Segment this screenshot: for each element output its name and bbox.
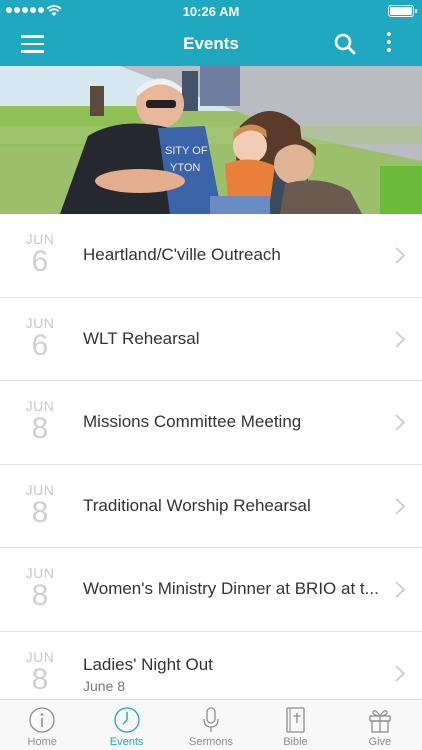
event-row[interactable]: JUN 6 WLT Rehearsal [0,297,422,381]
event-row[interactable]: JUN 8 Ladies' Night Out June 8 [0,631,422,699]
event-row[interactable]: JUN 8 Missions Committee Meeting [0,381,422,465]
event-day: 8 [31,412,49,445]
battery-icon [388,5,417,17]
tab-home[interactable]: Home [0,700,84,750]
bible-icon [286,707,306,733]
chevron-right-icon [395,247,405,264]
event-row[interactable]: JUN 8 Women's Ministry Dinner at BRIO at… [0,548,422,632]
page-title: Events [183,34,239,53]
chevron-right-icon [395,414,405,431]
event-day: 6 [31,328,49,362]
event-title: WLT Rehearsal [83,328,200,348]
hero-image: SITY OF YTON [0,66,422,214]
search-icon[interactable] [334,33,356,55]
event-row[interactable]: JUN 6 Heartland/C'ville Outreach [0,214,422,298]
microphone-icon [203,707,219,732]
tab-give[interactable]: Give [338,700,422,750]
event-date: JUN 8 [14,399,66,444]
tab-bible[interactable]: Bible [253,700,337,750]
events-list: JUN 6 Heartland/C'ville Outreach JUN 6 W… [0,214,422,699]
tab-label: Give [368,736,392,748]
tab-bar: Home Events Sermons Bible Give [0,699,422,750]
event-row[interactable]: JUN 8 Traditional Worship Rehearsal [0,464,422,548]
tab-label: Bible [283,736,308,748]
nav-bar: Events [0,22,422,66]
event-subtitle: June 8 [83,677,126,694]
event-day: 8 [31,579,49,612]
clock-icon [113,707,140,733]
event-title: Ladies' Night Out [83,654,213,674]
event-date: JUN 8 [14,649,66,696]
status-time: 10:26 AM [182,4,240,19]
gift-icon [369,710,391,733]
tab-events[interactable]: Events [84,700,168,750]
tab-sermons[interactable]: Sermons [169,700,253,750]
event-title: Women's Ministry Dinner at BRIO at t... [83,579,379,598]
event-date: JUN 6 [14,315,66,362]
tab-label: Sermons [189,736,234,748]
chevron-right-icon [395,497,405,515]
chevron-right-icon [395,664,405,682]
event-title: Heartland/C'ville Outreach [83,245,281,264]
event-date: JUN 6 [14,232,66,277]
info-icon [29,707,55,733]
event-day: 8 [31,495,49,529]
more-options-icon[interactable] [384,32,394,56]
event-day: 6 [31,245,49,278]
tab-label: Events [109,736,144,748]
svg-text:SITY OF: SITY OF [165,145,208,157]
event-title: Traditional Worship Rehearsal [83,495,311,515]
chevron-right-icon [395,581,405,598]
svg-text:YTON: YTON [170,162,200,174]
chevron-right-icon [395,330,405,348]
event-title: Missions Committee Meeting [83,412,302,431]
event-day: 8 [31,662,49,696]
event-date: JUN 8 [14,482,66,529]
tab-label: Home [27,736,57,748]
event-date: JUN 8 [14,566,66,611]
status-bar: 10:26 AM [0,0,422,22]
